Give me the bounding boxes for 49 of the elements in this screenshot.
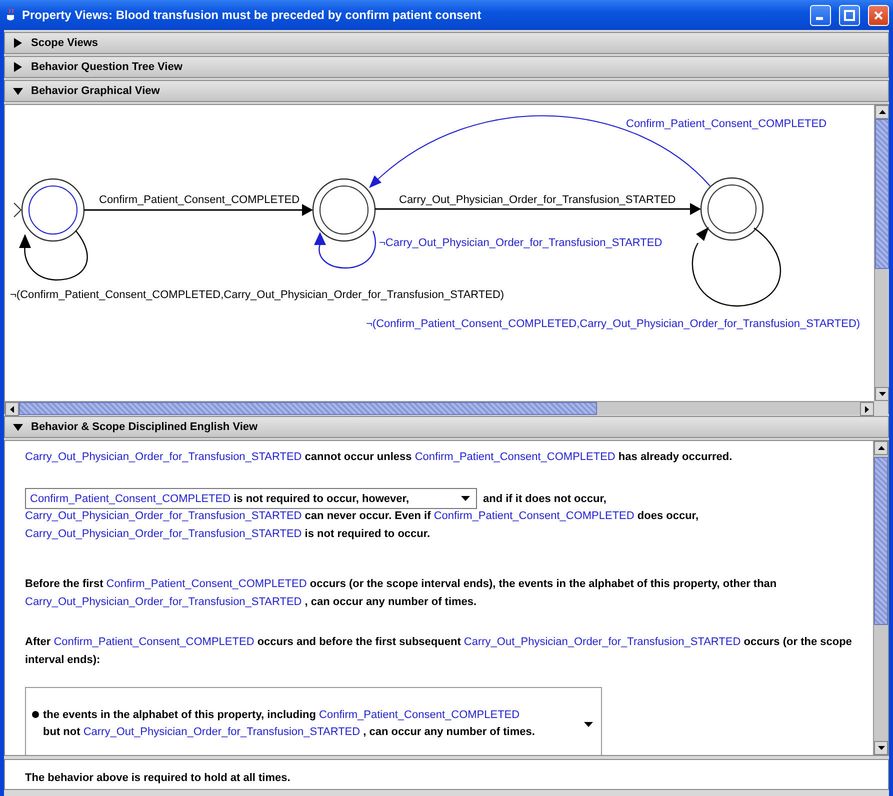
scroll-thumb[interactable] bbox=[875, 119, 889, 269]
transition-label: Confirm_Patient_Consent_COMPLETED bbox=[99, 194, 300, 206]
close-icon bbox=[873, 10, 884, 20]
scrollbar[interactable] bbox=[5, 401, 874, 415]
scroll-up-button[interactable] bbox=[875, 105, 889, 119]
maximize-icon bbox=[844, 10, 855, 20]
scrollbar[interactable] bbox=[873, 441, 888, 755]
sentence-text: and if it does not occur, bbox=[483, 492, 606, 506]
transition-label: ¬(Confirm_Patient_Consent_COMPLETED,Carry_Out_Physician_Order_for_Transfusion_STARTED) bbox=[366, 318, 860, 330]
transition-label: Confirm_Patient_Consent_COMPLETED bbox=[626, 118, 827, 130]
status-text: The behavior above is required to hold at all times. bbox=[25, 772, 290, 784]
scroll-up-button[interactable] bbox=[874, 441, 888, 455]
transition-arrow bbox=[19, 230, 88, 281]
transition-label: ¬(Confirm_Patient_Consent_COMPLETED,Carry_Out_Physician_Order_for_Transfusion_STARTED) bbox=[10, 289, 504, 301]
scroll-down-button[interactable] bbox=[874, 741, 888, 755]
choice-dropdown[interactable]: Confirm_Patient_Consent_COMPLETED is not required to occur, however, bbox=[25, 488, 477, 509]
close-button[interactable] bbox=[868, 4, 889, 26]
caret-icon bbox=[461, 496, 470, 501]
section-header[interactable]: Behavior Graphical View bbox=[4, 80, 889, 102]
scroll-left-button[interactable] bbox=[5, 402, 19, 416]
section-header[interactable]: Scope Views bbox=[4, 32, 889, 54]
up-arrow-icon bbox=[878, 110, 886, 114]
cup-icon bbox=[6, 8, 16, 22]
section-header[interactable]: Behavior & Scope Disciplined English View bbox=[4, 416, 889, 438]
bullet-icon bbox=[32, 711, 39, 718]
down-arrow-icon bbox=[878, 392, 886, 396]
scroll-thumb[interactable] bbox=[874, 457, 888, 625]
transition-arrow bbox=[314, 230, 376, 269]
scrollbar[interactable] bbox=[874, 105, 889, 401]
left-arrow-icon bbox=[10, 406, 14, 412]
transition-label: Carry_Out_Physician_Order_for_Transfusion_STARTED bbox=[399, 194, 676, 206]
sentence-text: Carry_Out_Physician_Order_for_Transfusion_STARTED can never occur. Even if Confirm_Patient_Consent_COMPLETED does occur, Carry_Out_Physician_Order_for_Transfusion_STARTED is not required to occur. bbox=[25, 510, 699, 540]
window-title: Property Views: Blood transfusion must be preceded by confirm patient consent bbox=[22, 8, 482, 22]
maximize-button[interactable] bbox=[839, 4, 860, 26]
right-arrow-icon bbox=[865, 406, 869, 412]
scroll-thumb[interactable] bbox=[19, 402, 597, 415]
scroll-down-button[interactable] bbox=[875, 387, 889, 401]
sentence-text: After Confirm_Patient_Consent_COMPLETED occurs and before the first subsequent Carry_Out_Physician_Order_for_Transfusion_STARTED occurs (or the scope interval ends): bbox=[25, 635, 853, 668]
sentence-text: Carry_Out_Physician_Order_for_Transfusion_STARTED cannot occur unless Confirm_Patient_Consent_COMPLETED has already occurred. bbox=[25, 450, 734, 465]
section-header[interactable]: Behavior Question Tree View bbox=[4, 56, 889, 78]
transition-label: ¬Carry_Out_Physician_Order_for_Transfusion_STARTED bbox=[379, 237, 662, 249]
scroll-right-button[interactable] bbox=[860, 402, 874, 416]
sentence-text: Before the first Confirm_Patient_Consent_COMPLETED occurs (or the scope interval ends), the events in the alphabet of this property, other than Carry_Out_Physician_Order_for_Transfusion_STARTED , can occur any number of times. bbox=[25, 577, 778, 610]
choice-dropdown[interactable]: the events in the alphabet of this property, including Confirm_Patient_Consent_COMPLETED but not Carry_Out_Physician_Order_for_Transfusion_STARTED , can occur any number of times. bbox=[25, 687, 602, 755]
up-arrow-icon bbox=[878, 446, 884, 450]
minimize-button[interactable] bbox=[810, 4, 831, 26]
caret-icon bbox=[584, 722, 593, 726]
down-arrow-icon bbox=[878, 746, 884, 750]
minimize-icon bbox=[816, 16, 822, 20]
